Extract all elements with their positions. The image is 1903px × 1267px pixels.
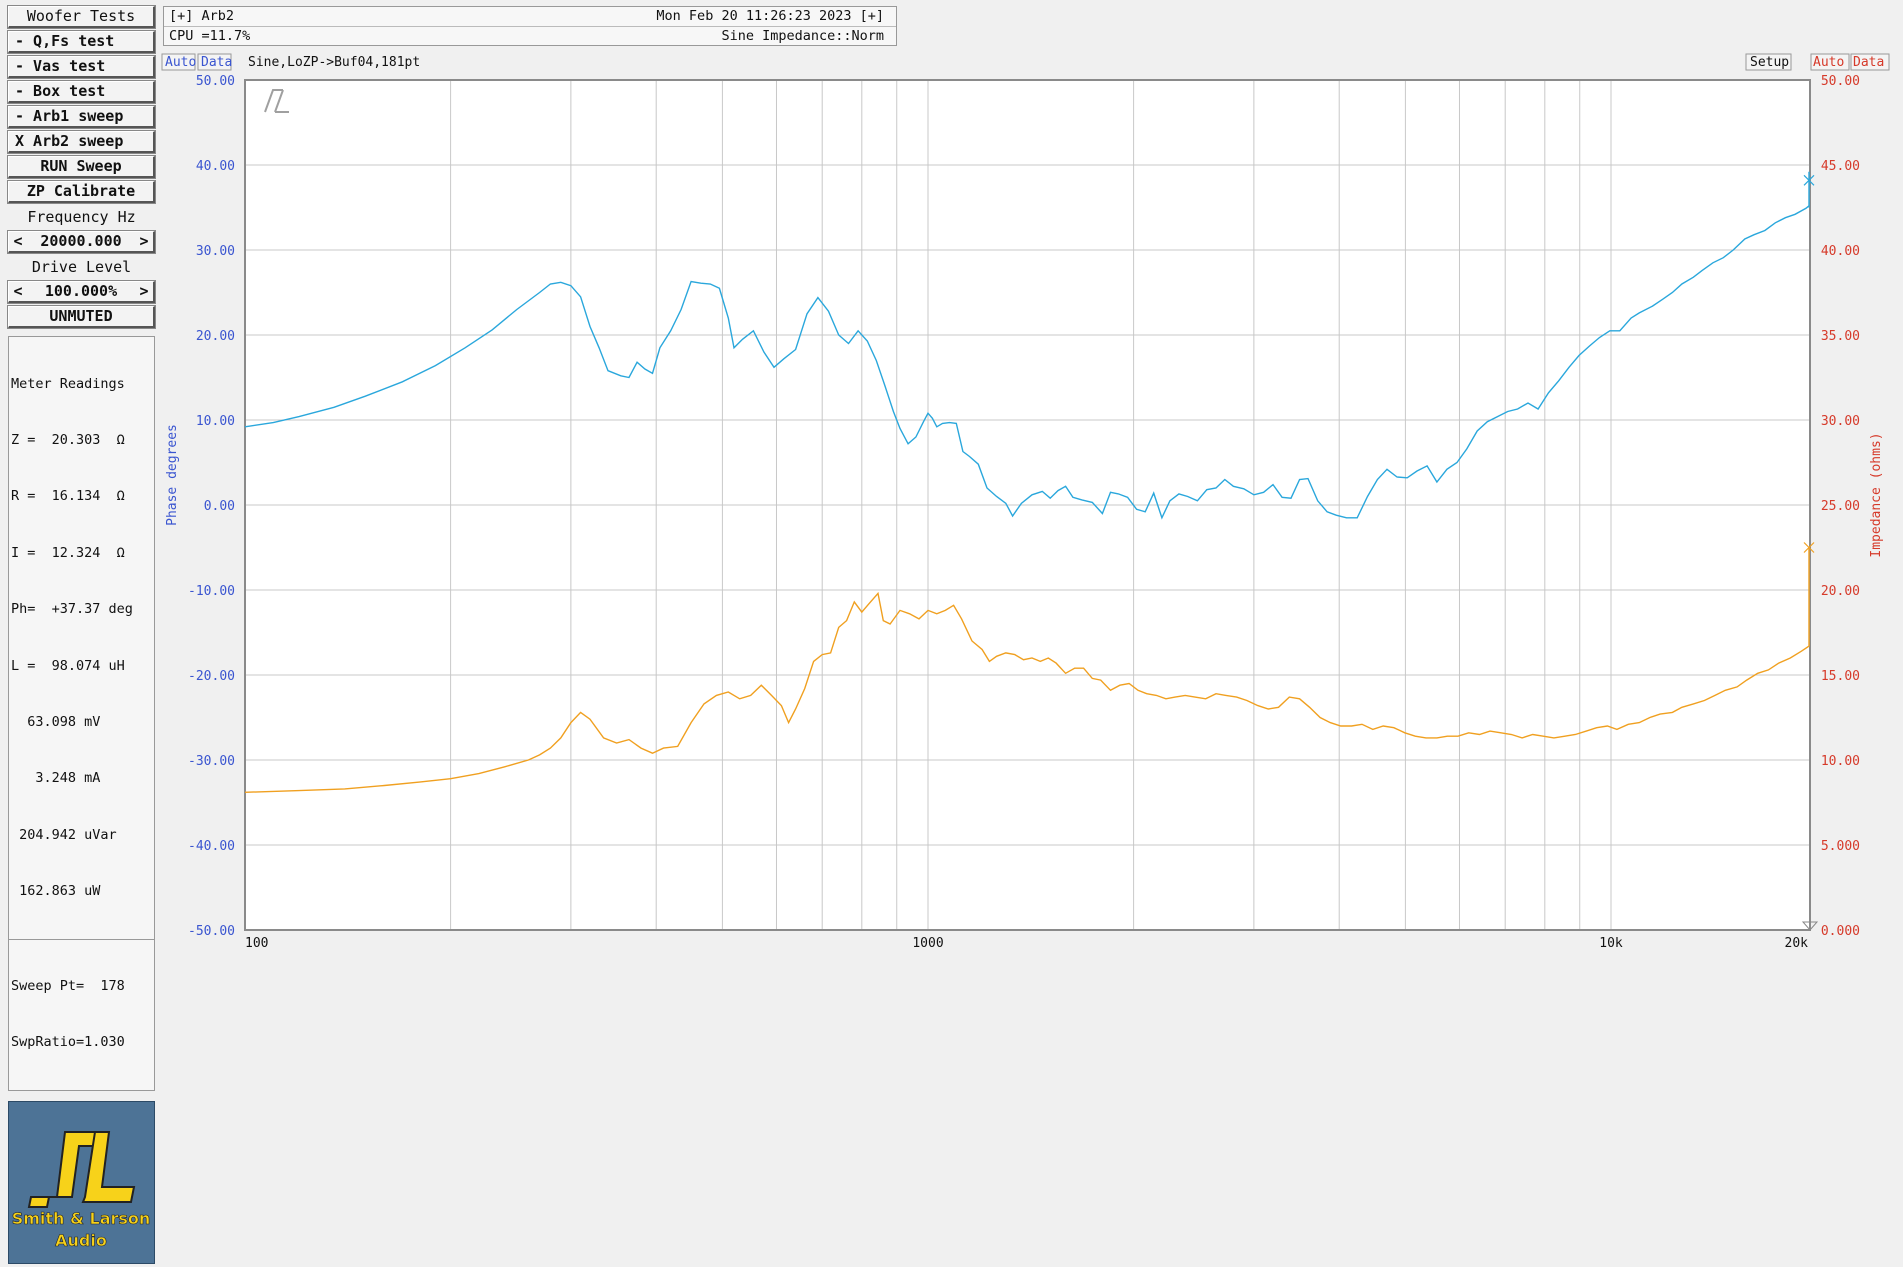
y-left-tick-label: 40.00 <box>196 159 235 174</box>
meter-mv: 63.098 mV <box>11 713 101 730</box>
frequency-increment-button[interactable]: > <box>135 232 153 251</box>
y-left-tick-label: 0.00 <box>204 499 235 514</box>
y-right-tick-label: 5.000 <box>1821 839 1860 854</box>
x-tick-label: 100 <box>245 936 268 950</box>
sweep-info: Sine,LoZP->Buf04,181pt <box>248 55 420 70</box>
meter-uvar: 204.942 uVar <box>11 826 117 843</box>
y-left-tick-label: -30.00 <box>188 754 235 769</box>
y-left-tick-label: 30.00 <box>196 244 235 259</box>
meter-uw: 162.863 uW <box>11 883 101 900</box>
smith-larson-logo: Smith & Larson Audio <box>8 1100 155 1264</box>
chart-toolbar: Auto Data Sine,LoZP->Buf04,181pt Setup A… <box>161 53 1890 71</box>
drive-level-stepper[interactable]: < 100.000% > <box>7 280 156 304</box>
logo-text-1: Smith & Larson <box>12 1209 151 1228</box>
y-right-axis-label: Impedance (ohms) <box>1869 432 1884 557</box>
cpu-readout: CPU =11.7% <box>169 28 251 44</box>
drive-level-label: Drive Level <box>31 258 132 276</box>
frequency-value[interactable]: 20000.000 <box>27 232 135 251</box>
x-tick-label: 10k <box>1599 936 1623 950</box>
frequency-label: Frequency Hz <box>27 208 136 226</box>
status-panel: [+] Arb2 Mon Feb 20 11:26:23 2023 [+] CP… <box>163 6 897 46</box>
zp-calibrate-button[interactable]: ZP Calibrate <box>7 180 156 204</box>
y-left-tick-label: -40.00 <box>188 839 235 854</box>
sweep-point: Sweep Pt= 178 <box>11 978 125 995</box>
y-left-tick-label: 20.00 <box>196 329 235 344</box>
drive-increment-button[interactable]: > <box>135 282 153 301</box>
left-data-button[interactable]: Data <box>201 55 232 70</box>
y-right-tick-label: 15.00 <box>1821 669 1860 684</box>
meter-ma: 3.248 mA <box>11 770 101 787</box>
y-right-tick-label: 50.00 <box>1821 74 1860 89</box>
y-left-axis-label: Phase degrees <box>165 424 180 526</box>
y-right-tick-label: 20.00 <box>1821 584 1860 599</box>
logo-mark-icon: Smith & Larson Audio <box>11 1130 151 1250</box>
meter-i: I = 12.324 Ω <box>11 544 125 561</box>
response-chart: Auto Data Sine,LoZP->Buf04,181pt Setup A… <box>160 53 1903 951</box>
sweep-ratio: SwpRatio=1.030 <box>11 1034 125 1051</box>
mute-toggle-button[interactable]: UNMUTED <box>7 305 156 329</box>
x-tick-label: 1000 <box>912 936 943 950</box>
meter-title: Meter Readings <box>11 375 125 392</box>
meter-r: R = 16.134 Ω <box>11 488 125 505</box>
measurement-mode: Sine Impedance::Norm <box>721 28 884 44</box>
y-left-tick-label: 50.00 <box>196 74 235 89</box>
frequency-stepper[interactable]: < 20000.000 > <box>7 230 156 254</box>
y-right-tick-label: 30.00 <box>1821 414 1860 429</box>
right-auto-button[interactable]: Auto <box>1813 55 1844 70</box>
left-auto-button[interactable]: Auto <box>165 55 196 70</box>
y-left-tick-label: -50.00 <box>188 924 235 939</box>
right-data-button[interactable]: Data <box>1853 55 1884 70</box>
meter-phase: Ph= +37.37 deg <box>11 601 133 618</box>
y-right-tick-label: 45.00 <box>1821 159 1860 174</box>
control-panel: Woofer Tests - Q,Fs test - Vas test - Bo… <box>7 5 156 1264</box>
y-right-tick-label: 35.00 <box>1821 329 1860 344</box>
y-right-tick-label: 25.00 <box>1821 499 1860 514</box>
y-left-tick-label: -20.00 <box>188 669 235 684</box>
vas-test-button[interactable]: - Vas test <box>7 55 156 79</box>
meter-l: L = 98.074 uH <box>11 657 125 674</box>
y-right-tick-label: 10.00 <box>1821 754 1860 769</box>
drive-decrement-button[interactable]: < <box>9 282 27 301</box>
y-right-tick-label: 0.000 <box>1821 924 1860 939</box>
y-left-tick-label: 10.00 <box>196 414 235 429</box>
run-sweep-button[interactable]: RUN Sweep <box>7 155 156 179</box>
x-tick-label: 20k <box>1785 936 1809 950</box>
setup-button[interactable]: Setup <box>1750 55 1789 70</box>
chart-svg: Auto Data Sine,LoZP->Buf04,181pt Setup A… <box>161 53 1890 951</box>
meter-readings-panel: Meter Readings Z = 20.303 Ω R = 16.134 Ω… <box>8 336 155 1091</box>
mode-indicator[interactable]: [+] Arb2 <box>169 7 234 26</box>
datetime-display[interactable]: Mon Feb 20 11:26:23 2023 [+] <box>656 7 884 26</box>
y-left-tick-label: -10.00 <box>188 584 235 599</box>
box-test-button[interactable]: - Box test <box>7 80 156 104</box>
arb2-sweep-button[interactable]: X Arb2 sweep <box>7 130 156 154</box>
woofer-tests-title-button[interactable]: Woofer Tests <box>7 5 156 29</box>
qfs-test-button[interactable]: - Q,Fs test <box>7 30 156 54</box>
frequency-decrement-button[interactable]: < <box>9 232 27 251</box>
plot-area: 50.00 50.00 40.00 45.00 30.00 40.00 20.00 35.00… <box>165 74 1884 951</box>
meter-z: Z = 20.303 Ω <box>11 431 125 448</box>
arb1-sweep-button[interactable]: - Arb1 sweep <box>7 105 156 129</box>
drive-level-value[interactable]: 100.000% <box>27 282 135 301</box>
y-right-tick-label: 40.00 <box>1821 244 1860 259</box>
logo-text-2: Audio <box>55 1231 107 1250</box>
